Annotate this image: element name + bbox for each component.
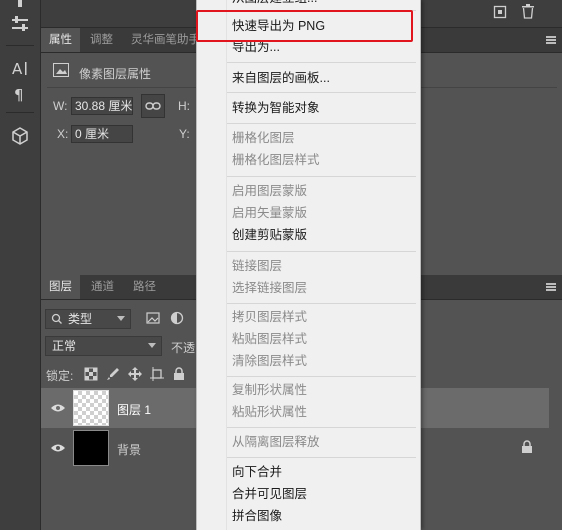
svg-text:¶: ¶ bbox=[14, 86, 24, 103]
menu-separator bbox=[227, 176, 416, 177]
panel-menu-icon[interactable] bbox=[546, 283, 556, 291]
menu-item-merge-down[interactable]: 向下合并 bbox=[232, 462, 282, 482]
layer-filter-label: 类型 bbox=[68, 312, 93, 326]
lock-icon bbox=[521, 440, 533, 457]
width-field[interactable]: 30.88 厘米 bbox=[71, 97, 133, 115]
menu-separator bbox=[227, 427, 416, 428]
pixel-layer-icon bbox=[53, 63, 69, 77]
link-dimensions-button[interactable] bbox=[141, 94, 165, 118]
tab-layers[interactable]: 图层 bbox=[41, 275, 80, 299]
tab-properties[interactable]: 属性 bbox=[41, 28, 80, 52]
chevron-down-icon bbox=[148, 343, 156, 348]
menu-item-group-from-layers[interactable]: 从图层建立组... bbox=[232, 0, 317, 8]
layer-thumbnail bbox=[73, 430, 109, 466]
menu-item-rasterize-layer-style: 栅格化图层样式 bbox=[232, 153, 320, 167]
character-panel-icon[interactable]: A bbox=[8, 56, 32, 80]
blend-mode-dropdown[interactable]: 正常 bbox=[45, 336, 162, 356]
search-icon bbox=[51, 310, 63, 333]
menu-item-enable-vector-mask: 启用矢量蒙版 bbox=[232, 206, 308, 220]
paragraph-panel-icon[interactable]: ¶ bbox=[8, 82, 32, 106]
menu-item-merge-visible[interactable]: 合并可见图层 bbox=[232, 484, 307, 504]
x-field[interactable]: 0 厘米 bbox=[71, 125, 133, 143]
adjustment-sliders-icon[interactable] bbox=[8, 12, 32, 36]
lock-position-icon[interactable] bbox=[128, 367, 142, 381]
width-label: W: bbox=[53, 99, 68, 113]
lock-image-pixels-icon[interactable] bbox=[106, 367, 120, 381]
svg-text:A: A bbox=[12, 60, 23, 77]
tab-adjustments[interactable]: 调整 bbox=[82, 28, 121, 52]
chevron-down-icon bbox=[117, 316, 125, 321]
3d-cube-icon[interactable] bbox=[8, 124, 32, 148]
menu-item-copy-layer-style: 拷贝图层样式 bbox=[232, 310, 308, 324]
tool-partial-icon[interactable] bbox=[8, 0, 32, 10]
eye-icon[interactable] bbox=[51, 442, 65, 456]
menu-separator bbox=[227, 303, 416, 304]
menu-separator bbox=[227, 251, 416, 252]
image-filter-icon[interactable] bbox=[146, 312, 160, 324]
blend-mode-value: 正常 bbox=[52, 339, 77, 353]
layer-filter-dropdown[interactable]: 类型 bbox=[45, 309, 131, 329]
menu-separator bbox=[227, 92, 416, 93]
layer-thumbnail bbox=[73, 390, 109, 426]
lock-transparent-pixels-icon[interactable] bbox=[84, 367, 98, 381]
properties-header: 像素图层属性 bbox=[79, 67, 152, 81]
tool-divider bbox=[6, 45, 34, 46]
eye-icon[interactable] bbox=[51, 402, 65, 416]
menu-separator bbox=[227, 376, 416, 377]
new-layer-icon[interactable] bbox=[493, 5, 507, 19]
opacity-label: 不透 bbox=[171, 341, 196, 355]
menu-item-release-from-isolation: 从隔离图层释放 bbox=[232, 435, 320, 449]
tab-paths[interactable]: 路径 bbox=[125, 275, 164, 299]
menu-item-enable-layer-mask: 启用图层蒙版 bbox=[232, 184, 308, 198]
menu-item-flatten-image[interactable]: 拼合图像 bbox=[232, 506, 282, 526]
tab-channels[interactable]: 通道 bbox=[83, 275, 122, 299]
menu-item-copy-shape-attributes: 复制形状属性 bbox=[232, 383, 308, 397]
menu-item-artboard-from-layers[interactable]: 来自图层的画板... bbox=[232, 68, 330, 88]
lock-all-icon[interactable] bbox=[172, 367, 186, 381]
y-label: Y: bbox=[179, 127, 190, 141]
tool-strip: A ¶ bbox=[0, 0, 41, 530]
menu-separator bbox=[227, 62, 416, 63]
menu-separator bbox=[227, 123, 416, 124]
x-label: X: bbox=[57, 127, 69, 141]
menu-separator bbox=[227, 457, 416, 458]
lock-label: 锁定: bbox=[46, 369, 74, 383]
context-menu: 从图层建立组... 快速导出为 PNG 导出为... 来自图层的画板... 转换… bbox=[196, 0, 421, 530]
menu-item-link-layers: 链接图层 bbox=[232, 259, 283, 273]
layer-name[interactable]: 背景 bbox=[117, 441, 141, 458]
menu-item-convert-smart-object[interactable]: 转换为智能对象 bbox=[232, 98, 320, 118]
menu-item-clear-layer-style: 清除图层样式 bbox=[232, 354, 308, 368]
highlight-box bbox=[196, 10, 413, 42]
lock-artboard-icon[interactable] bbox=[150, 367, 164, 381]
height-label: H: bbox=[178, 99, 190, 113]
menu-item-paste-layer-style: 粘贴图层样式 bbox=[232, 332, 308, 346]
panel-menu-icon[interactable] bbox=[546, 36, 556, 44]
menu-gutter bbox=[226, 0, 227, 530]
tool-divider bbox=[6, 112, 34, 113]
layer-name[interactable]: 图层 1 bbox=[117, 401, 151, 418]
menu-item-paste-shape-attributes: 粘贴形状属性 bbox=[232, 405, 308, 419]
adjustment-filter-icon[interactable] bbox=[170, 311, 184, 325]
menu-item-select-linked-layers: 选择链接图层 bbox=[232, 281, 308, 295]
menu-item-create-clipping-mask[interactable]: 创建剪贴蒙版 bbox=[232, 225, 307, 245]
menu-item-rasterize-layer: 栅格化图层 bbox=[232, 131, 295, 145]
trash-icon[interactable] bbox=[521, 4, 535, 19]
